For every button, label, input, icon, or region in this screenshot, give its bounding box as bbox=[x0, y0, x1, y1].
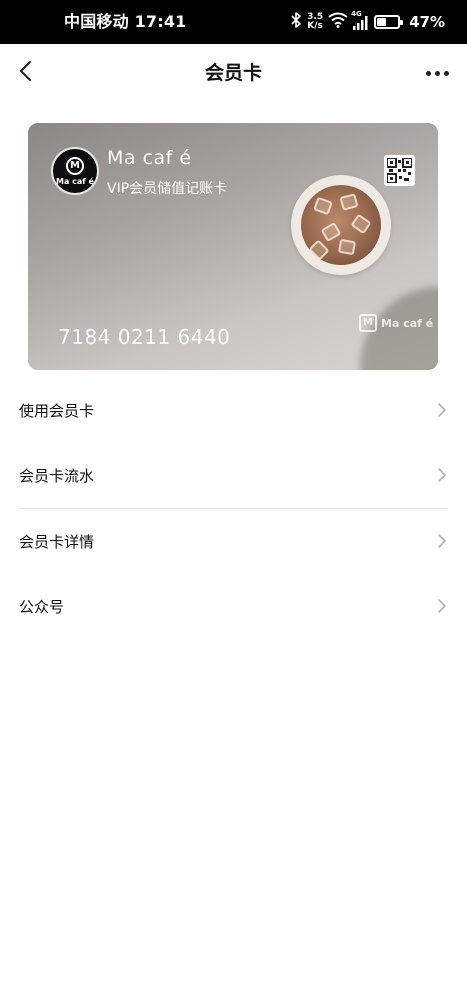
network-speed: 3.5 K/s bbox=[307, 13, 323, 31]
menu-item-label: 会员卡流水 bbox=[19, 467, 95, 485]
watermark-mark: M bbox=[359, 314, 377, 332]
menu-item-card-details[interactable]: 会员卡详情 bbox=[0, 509, 467, 574]
coffee-cup-image bbox=[291, 175, 391, 275]
menu-list: 使用会员卡 会员卡流水 会员卡详情 公众号 bbox=[0, 378, 467, 639]
menu-item-label: 使用会员卡 bbox=[19, 402, 95, 420]
chevron-right-icon bbox=[437, 533, 447, 553]
menu-item-card-transactions[interactable]: 会员卡流水 bbox=[0, 443, 467, 508]
membership-card[interactable]: M Ma caf é Ma caf é VIP会员储值记账卡 7184 0211… bbox=[28, 123, 438, 370]
back-button[interactable] bbox=[10, 56, 42, 90]
logo-mark: M bbox=[66, 156, 84, 175]
coffee-surface bbox=[301, 185, 381, 265]
brand-name: Ma caf é bbox=[107, 147, 192, 169]
battery-percent: 47% bbox=[409, 13, 445, 31]
chevron-right-icon bbox=[437, 467, 447, 487]
back-chevron-icon bbox=[19, 60, 33, 86]
chevron-right-icon bbox=[437, 402, 447, 422]
more-button[interactable] bbox=[421, 58, 453, 88]
card-subtitle: VIP会员储值记账卡 bbox=[107, 181, 228, 197]
wifi-icon bbox=[328, 12, 348, 32]
menu-item-use-card[interactable]: 使用会员卡 bbox=[0, 378, 467, 443]
chevron-right-icon bbox=[437, 598, 447, 618]
bluetooth-icon bbox=[290, 11, 302, 33]
more-dots-icon bbox=[425, 70, 449, 76]
signal-icon: 4G bbox=[351, 10, 369, 30]
network-type: 4G bbox=[351, 10, 362, 18]
page-title: 会员卡 bbox=[204, 62, 262, 84]
watermark-text: Ma caf é bbox=[381, 316, 434, 330]
brand-logo: M Ma caf é bbox=[51, 147, 99, 195]
battery-icon bbox=[374, 15, 404, 29]
logo-text: Ma caf é bbox=[56, 176, 94, 186]
menu-item-label: 公众号 bbox=[19, 598, 65, 616]
qr-code-icon[interactable] bbox=[384, 155, 415, 186]
status-bar: 中国移动 17:41 3.5 K/s 4G 47% bbox=[0, 0, 467, 44]
battery-fill bbox=[377, 18, 387, 26]
carrier-time: 中国移动 17:41 bbox=[64, 12, 187, 31]
card-number: 7184 0211 6440 bbox=[58, 325, 231, 349]
status-icons: 3.5 K/s 4G 47% bbox=[290, 0, 445, 44]
net-speed-unit: K/s bbox=[307, 21, 323, 31]
card-watermark-logo: M Ma caf é bbox=[359, 314, 433, 332]
menu-item-official-account[interactable]: 公众号 bbox=[0, 574, 467, 639]
menu-item-label: 会员卡详情 bbox=[19, 533, 95, 551]
nav-bar: 会员卡 bbox=[0, 44, 467, 102]
